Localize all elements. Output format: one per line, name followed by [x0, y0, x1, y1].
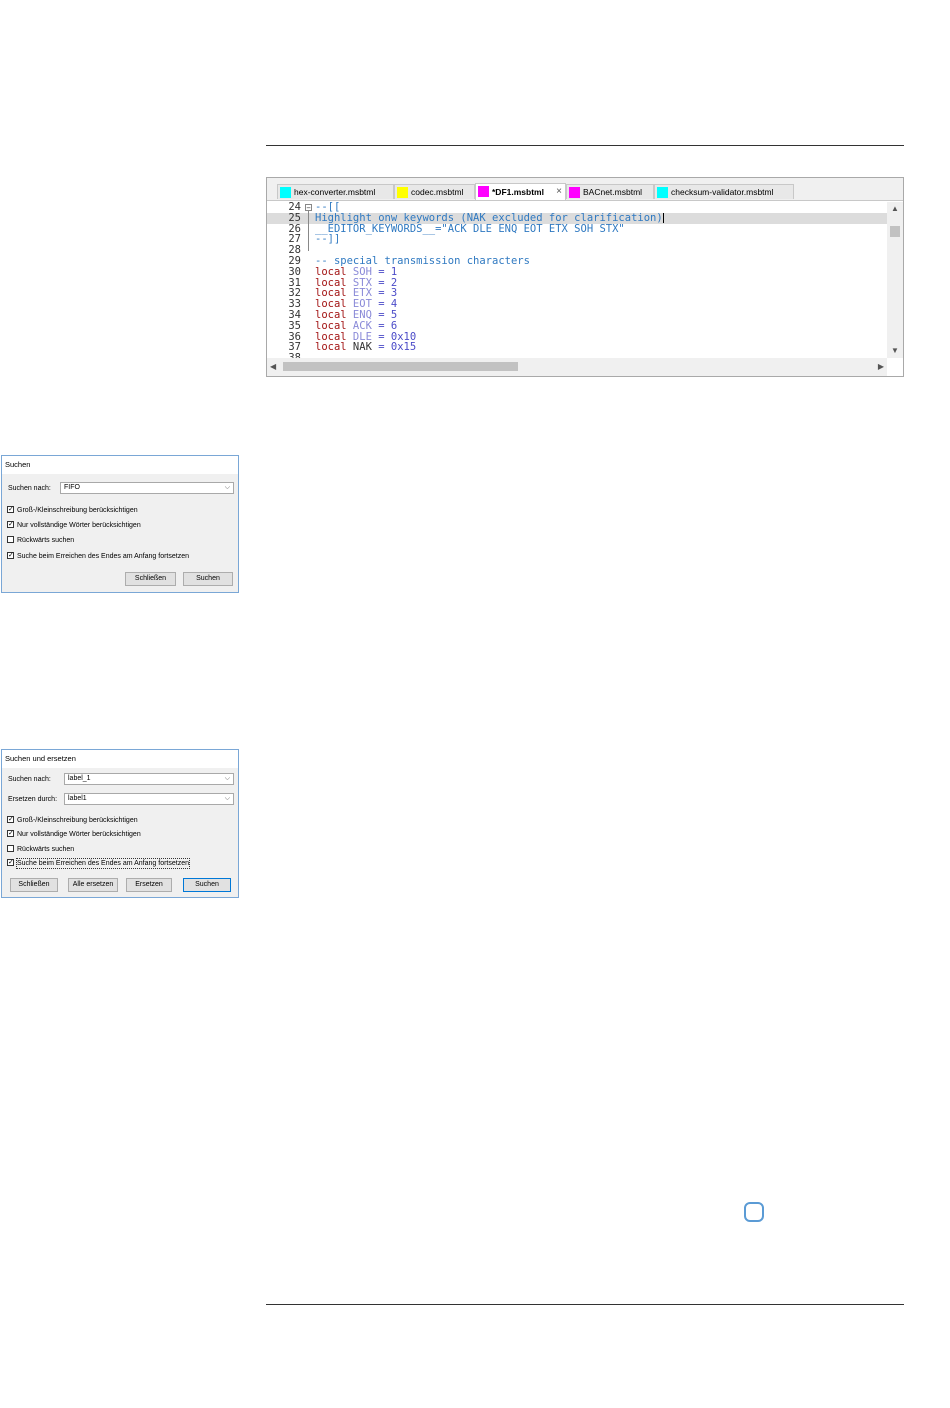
- checkbox-icon: ✓: [7, 521, 14, 528]
- search-input[interactable]: label_1 ⌵: [64, 773, 234, 785]
- code-text: local NAK = 0x15: [315, 342, 416, 353]
- rounded-square-icon: [744, 1202, 764, 1222]
- tab-df1[interactable]: *DF1.msbtml ×: [475, 183, 566, 200]
- line-number: 25: [288, 211, 301, 224]
- checkbox-icon: ✓: [7, 816, 14, 823]
- checkbox-icon: ✓: [7, 552, 14, 559]
- code-line[interactable]: 27 --]]: [267, 234, 887, 245]
- checkbox-icon: [7, 845, 14, 852]
- search-button[interactable]: Suchen: [183, 878, 231, 892]
- fold-guide: [308, 211, 309, 252]
- search-input[interactable]: FIFO ⌵: [60, 482, 234, 494]
- scroll-down-icon[interactable]: ▼: [891, 346, 899, 356]
- file-color-swatch: [657, 187, 668, 198]
- file-color-swatch: [397, 187, 408, 198]
- tab-bar: hex-converter.msbtml codec.msbtml *DF1.m…: [267, 178, 903, 201]
- fold-collapse-icon[interactable]: −: [305, 204, 312, 212]
- close-button[interactable]: Schließen: [125, 572, 176, 586]
- dialog-title: Suchen: [2, 456, 238, 474]
- tab-checksum-validator[interactable]: checksum-validator.msbtml: [654, 184, 794, 199]
- search-label: Suchen nach:: [8, 485, 51, 492]
- checkbox-label: Suche beim Erreichen des Endes am Anfang…: [17, 553, 189, 560]
- tab-label: checksum-validator.msbtml: [671, 187, 774, 197]
- checkbox-label: Suche beim Erreichen des Endes am Anfang…: [16, 858, 190, 869]
- code-text: __EDITOR_KEYWORDS__="ACK DLE ENQ EOT ETX…: [315, 222, 625, 235]
- code-token: --]]: [315, 233, 341, 246]
- chevron-down-icon[interactable]: ⌵: [225, 794, 230, 804]
- tab-codec[interactable]: codec.msbtml: [394, 184, 475, 199]
- checkbox-icon: ✓: [7, 859, 14, 866]
- search-dialog: Suchen Suchen nach: FIFO ⌵ ✓ Groß-/Klein…: [1, 455, 239, 593]
- code-token: NAK: [346, 341, 379, 354]
- replace-input[interactable]: label1 ⌵: [64, 793, 234, 805]
- scroll-right-icon[interactable]: ▶: [878, 362, 884, 372]
- code-area[interactable]: 24 --[[25 Highlight onw keywords (NAK excl…: [267, 202, 887, 363]
- replace-label: Ersetzen durch:: [8, 796, 58, 803]
- scroll-left-icon[interactable]: ◀: [270, 362, 276, 372]
- chevron-down-icon[interactable]: ⌵: [225, 774, 230, 784]
- close-button[interactable]: Schließen: [10, 878, 58, 892]
- search-value: FIFO: [64, 484, 80, 491]
- code-editor: hex-converter.msbtml codec.msbtml *DF1.m…: [266, 177, 904, 377]
- checkbox-label: Nur vollständige Wörter berücksichtigen: [17, 831, 141, 838]
- chevron-down-icon[interactable]: ⌵: [225, 483, 230, 493]
- code-token: __EDITOR_KEYWORDS__="ACK DLE ENQ EOT ETX…: [315, 222, 625, 235]
- text-caret: [662, 212, 664, 223]
- tab-label: codec.msbtml: [411, 187, 464, 197]
- tab-label: BACnet.msbtml: [583, 187, 643, 197]
- code-line[interactable]: 26 __EDITOR_KEYWORDS__="ACK DLE ENQ EOT E…: [267, 222, 887, 235]
- code-token: 0x15: [390, 341, 417, 354]
- code-text: --]]: [315, 234, 340, 245]
- replace-button[interactable]: Ersetzen: [126, 878, 172, 892]
- search-value: label_1: [68, 775, 91, 782]
- file-color-swatch: [569, 187, 580, 198]
- search-label: Suchen nach:: [8, 776, 51, 783]
- scroll-up-icon[interactable]: ▲: [891, 204, 899, 214]
- checkbox-label: Groß-/Kleinschreibung berücksichtigen: [17, 507, 138, 514]
- tab-bacnet[interactable]: BACnet.msbtml: [566, 184, 654, 199]
- checkbox-icon: [7, 536, 14, 543]
- checkbox-label: Rückwärts suchen: [17, 537, 75, 544]
- vertical-scroll-thumb[interactable]: [890, 226, 900, 237]
- line-number: 30: [288, 265, 301, 278]
- checkbox-icon: ✓: [7, 830, 14, 837]
- file-color-swatch: [280, 187, 291, 198]
- checkbox-label: Groß-/Kleinschreibung berücksichtigen: [17, 817, 138, 824]
- code-token: =: [378, 341, 391, 354]
- horizontal-scrollbar[interactable]: ◀ ▶: [267, 358, 887, 376]
- replace-dialog: Suchen und ersetzen Suchen nach: label_1…: [1, 749, 239, 898]
- dialog-title: Suchen und ersetzen: [2, 750, 238, 768]
- tab-hex-converter[interactable]: hex-converter.msbtml: [277, 184, 394, 199]
- vertical-scrollbar[interactable]: ▲ ▼: [887, 202, 903, 358]
- code-token: local: [315, 341, 347, 354]
- tab-label: *DF1.msbtml: [492, 187, 544, 197]
- tab-label: hex-converter.msbtml: [294, 187, 376, 197]
- replace-value: label1: [68, 795, 87, 802]
- top-rule: [266, 145, 904, 146]
- replace-all-button[interactable]: Alle ersetzen: [68, 878, 118, 892]
- bottom-rule: [266, 1304, 904, 1305]
- code-line[interactable]: 37 local NAK = 0x15: [267, 342, 887, 353]
- file-color-swatch: [478, 186, 489, 197]
- horizontal-scroll-thumb[interactable]: [283, 362, 518, 371]
- line-number: 35: [288, 319, 301, 332]
- close-tab-icon[interactable]: ×: [556, 184, 562, 200]
- checkbox-label: Rückwärts suchen: [17, 846, 75, 853]
- search-button[interactable]: Suchen: [183, 572, 233, 586]
- checkbox-label: Nur vollständige Wörter berücksichtigen: [17, 522, 141, 529]
- checkbox-icon: ✓: [7, 506, 14, 513]
